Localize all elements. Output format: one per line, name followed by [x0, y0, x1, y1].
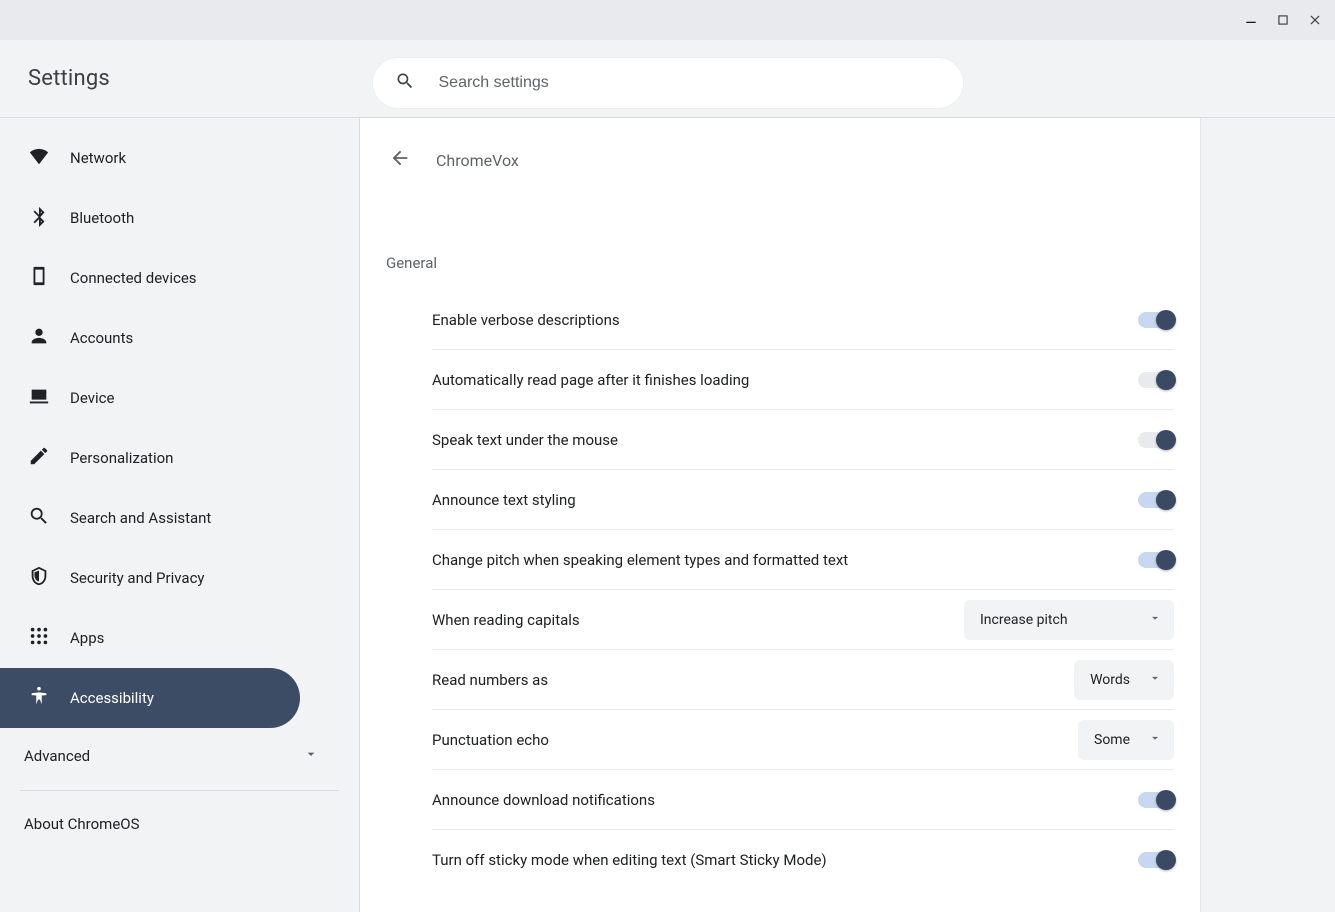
setting-label: Turn off sticky mode when editing text (…	[432, 851, 847, 869]
sidebar-item-network[interactable]: Network	[0, 128, 300, 188]
toggle-smart-sticky-mode[interactable]	[1138, 852, 1174, 868]
toggle-verbose-descriptions[interactable]	[1138, 312, 1174, 328]
page-title: ChromeVox	[436, 151, 519, 170]
search-icon	[395, 71, 415, 95]
arrow-left-icon	[389, 147, 411, 173]
window-maximize-button[interactable]	[1273, 10, 1293, 30]
about-label: About ChromeOS	[24, 815, 140, 833]
sidebar-item-device[interactable]: Device	[0, 368, 300, 428]
apps-icon	[28, 625, 50, 651]
setting-label: Announce download notifications	[432, 791, 675, 809]
settings-list: Enable verbose descriptions Automaticall…	[360, 272, 1200, 890]
search-input[interactable]	[437, 73, 941, 93]
dropdown-value: Words	[1090, 672, 1130, 688]
settings-card: ChromeVox General Enable verbose descrip…	[360, 118, 1200, 912]
phone-icon	[28, 265, 50, 291]
laptop-icon	[28, 385, 50, 411]
setting-label: Automatically read page after it finishe…	[432, 371, 769, 389]
accessibility-icon	[28, 685, 50, 711]
setting-auto-read-page: Automatically read page after it finishe…	[432, 350, 1174, 410]
setting-verbose-descriptions: Enable verbose descriptions	[432, 290, 1174, 350]
person-icon	[28, 325, 50, 351]
dropdown-punctuation-echo[interactable]: Some	[1078, 720, 1174, 760]
sidebar-item-label: Accessibility	[70, 689, 154, 707]
dropdown-value: Increase pitch	[980, 612, 1068, 628]
setting-label: Punctuation echo	[432, 731, 569, 749]
chevron-down-icon	[1148, 611, 1162, 629]
sidebar-item-label: Search and Assistant	[70, 509, 211, 527]
setting-label: Announce text styling	[432, 491, 596, 509]
sidebar-item-personalization[interactable]: Personalization	[0, 428, 300, 488]
setting-change-pitch: Change pitch when speaking element types…	[432, 530, 1174, 590]
dropdown-read-numbers-as[interactable]: Words	[1074, 660, 1174, 700]
setting-announce-downloads: Announce download notifications	[432, 770, 1174, 830]
toggle-announce-downloads[interactable]	[1138, 792, 1174, 808]
toggle-auto-read-page[interactable]	[1138, 372, 1174, 388]
window-minimize-button[interactable]	[1241, 10, 1261, 30]
pencil-icon	[28, 445, 50, 471]
sidebar-item-accessibility[interactable]: Accessibility	[0, 668, 300, 728]
chevron-down-icon	[1148, 671, 1162, 689]
setting-label: Read numbers as	[432, 671, 568, 689]
setting-read-numbers-as: Read numbers as Words	[432, 650, 1174, 710]
sidebar: Network Bluetooth Connected devices Acco…	[0, 118, 360, 912]
dropdown-reading-capitals[interactable]: Increase pitch	[964, 600, 1174, 640]
setting-reading-capitals: When reading capitals Increase pitch	[432, 590, 1174, 650]
window-titlebar	[0, 0, 1335, 40]
sidebar-item-label: Accounts	[70, 329, 133, 347]
setting-smart-sticky-mode: Turn off sticky mode when editing text (…	[432, 830, 1174, 890]
sidebar-item-security-privacy[interactable]: Security and Privacy	[0, 548, 300, 608]
setting-label: Change pitch when speaking element types…	[432, 551, 868, 569]
page-header: ChromeVox	[360, 118, 1200, 174]
sidebar-item-label: Apps	[70, 629, 104, 647]
toggle-announce-text-styling[interactable]	[1138, 492, 1174, 508]
setting-label: Speak text under the mouse	[432, 431, 638, 449]
sidebar-item-bluetooth[interactable]: Bluetooth	[0, 188, 300, 248]
setting-label: When reading capitals	[432, 611, 600, 629]
sidebar-item-label: Security and Privacy	[70, 569, 205, 587]
toggle-change-pitch[interactable]	[1138, 552, 1174, 568]
sidebar-item-search-assistant[interactable]: Search and Assistant	[0, 488, 300, 548]
advanced-label: Advanced	[24, 747, 90, 765]
sidebar-divider	[20, 790, 339, 791]
setting-punctuation-echo: Punctuation echo Some	[432, 710, 1174, 770]
window-close-button[interactable]	[1305, 10, 1325, 30]
sidebar-item-label: Network	[70, 149, 126, 167]
sidebar-item-label: Bluetooth	[70, 209, 134, 227]
content-area: ChromeVox General Enable verbose descrip…	[360, 118, 1335, 912]
search-settings[interactable]	[373, 58, 963, 108]
section-title-general: General	[360, 174, 1200, 272]
setting-label: Enable verbose descriptions	[432, 311, 640, 329]
chevron-down-icon	[303, 746, 319, 766]
setting-announce-text-styling: Announce text styling	[432, 470, 1174, 530]
sidebar-item-accounts[interactable]: Accounts	[0, 308, 300, 368]
chevron-down-icon	[1148, 731, 1162, 749]
sidebar-advanced-toggle[interactable]: Advanced	[0, 728, 359, 784]
sidebar-item-connected-devices[interactable]: Connected devices	[0, 248, 300, 308]
wifi-icon	[28, 145, 50, 171]
sidebar-item-apps[interactable]: Apps	[0, 608, 300, 668]
back-button[interactable]	[386, 146, 414, 174]
sidebar-about-chromeos[interactable]: About ChromeOS	[0, 797, 359, 851]
setting-speak-under-mouse: Speak text under the mouse	[432, 410, 1174, 470]
search-icon	[28, 505, 50, 531]
shield-icon	[28, 565, 50, 591]
bluetooth-icon	[28, 205, 50, 231]
app-title: Settings	[28, 66, 110, 91]
toggle-speak-under-mouse[interactable]	[1138, 432, 1174, 448]
sidebar-item-label: Personalization	[70, 449, 173, 467]
dropdown-value: Some	[1094, 732, 1130, 748]
sidebar-item-label: Connected devices	[70, 269, 197, 287]
sidebar-item-label: Device	[70, 389, 114, 407]
